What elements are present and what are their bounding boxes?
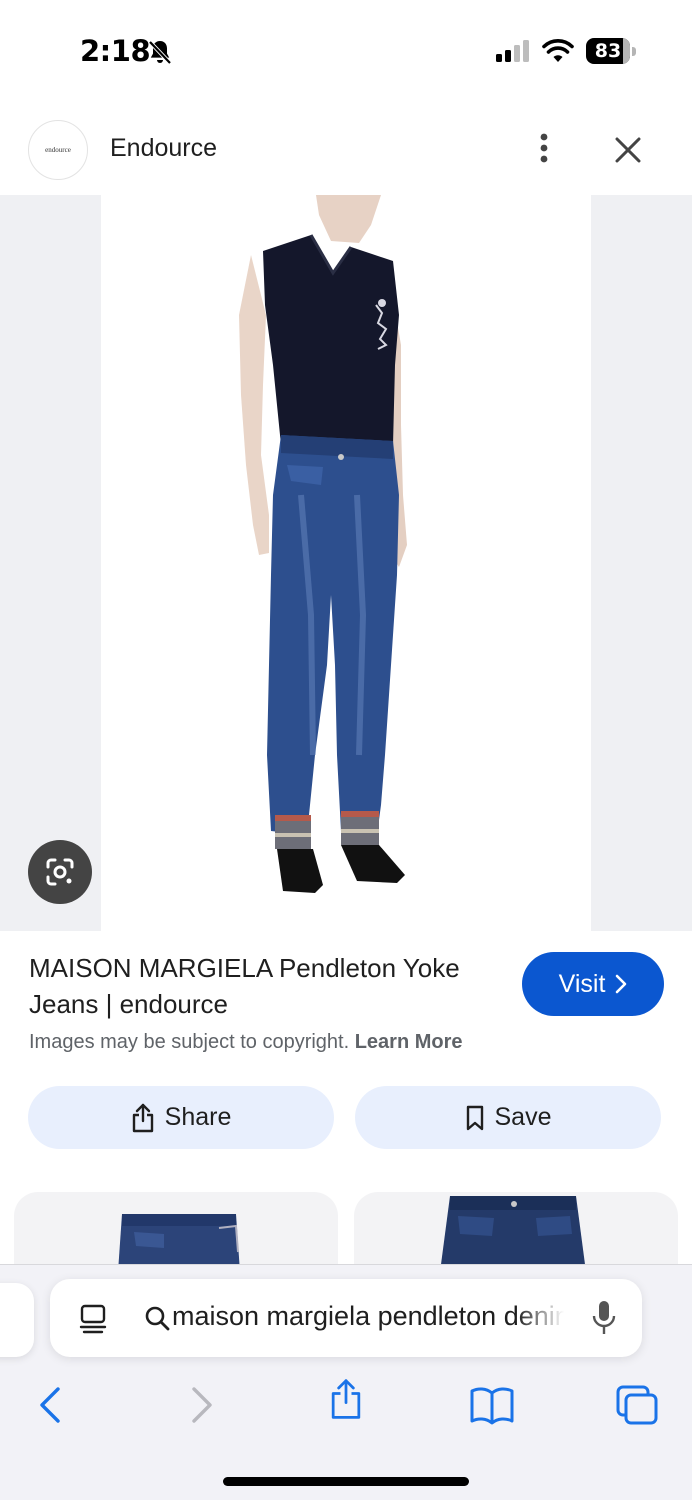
lens-search-button[interactable] xyxy=(28,840,92,904)
learn-more-link[interactable]: Learn More xyxy=(355,1031,463,1053)
result-title[interactable]: MAISON MARGIELA Pendleton Yoke Jeans | e… xyxy=(29,950,499,1022)
bookmark-icon xyxy=(466,1105,483,1130)
more-options-icon[interactable] xyxy=(530,130,558,166)
home-indicator xyxy=(223,1477,469,1486)
bookmarks-icon[interactable] xyxy=(468,1383,516,1427)
share-button[interactable]: Share xyxy=(28,1086,334,1149)
visit-button[interactable]: Visit xyxy=(522,952,664,1016)
jeans-thumbnail-2 xyxy=(440,1196,586,1272)
battery-indicator: 83 xyxy=(586,38,636,64)
jeans-thumbnail-1 xyxy=(118,1214,240,1272)
save-label: Save xyxy=(494,1103,552,1131)
model-jeans-illustration xyxy=(239,195,407,893)
site-logo-text: endource xyxy=(45,146,71,154)
chevron-right-icon xyxy=(616,974,627,994)
silent-bell-icon xyxy=(148,40,172,65)
share-label: Share xyxy=(164,1103,232,1131)
address-bar[interactable]: maison margiela pendleton denim xyxy=(50,1279,642,1357)
product-image[interactable] xyxy=(101,195,591,931)
image-preview-area xyxy=(0,195,692,931)
share-page-icon[interactable] xyxy=(322,1377,370,1421)
wifi-icon xyxy=(542,39,574,62)
google-lens-icon xyxy=(46,858,74,886)
save-button[interactable]: Save xyxy=(355,1086,661,1149)
battery-percent: 83 xyxy=(594,40,622,62)
copyright-notice: Images may be subject to copyright. Lear… xyxy=(29,1031,463,1054)
address-text[interactable]: maison margiela pendleton denim xyxy=(172,1301,564,1332)
result-header: endource Endource xyxy=(0,112,692,192)
microphone-icon[interactable] xyxy=(590,1299,618,1337)
related-image-2[interactable] xyxy=(354,1192,678,1272)
copyright-text: Images may be subject to copyright. xyxy=(29,1031,350,1053)
status-bar: 2:18 83 xyxy=(0,0,692,100)
related-image-1[interactable] xyxy=(14,1192,338,1272)
share-icon xyxy=(132,1103,153,1132)
status-time: 2:18 xyxy=(80,34,151,68)
site-name[interactable]: Endource xyxy=(110,134,217,163)
previous-tab-preview[interactable] xyxy=(0,1283,34,1357)
site-logo[interactable]: endource xyxy=(28,120,88,180)
tabs-icon[interactable] xyxy=(614,1383,662,1427)
forward-icon[interactable] xyxy=(178,1383,226,1427)
browser-toolbar: maison margiela pendleton denim xyxy=(0,1264,692,1500)
search-icon xyxy=(145,1306,170,1331)
cellular-signal-icon xyxy=(496,40,529,62)
visit-label: Visit xyxy=(558,969,606,998)
page-menu-icon[interactable] xyxy=(78,1303,108,1335)
back-icon[interactable] xyxy=(30,1383,78,1427)
close-icon[interactable] xyxy=(612,134,644,166)
